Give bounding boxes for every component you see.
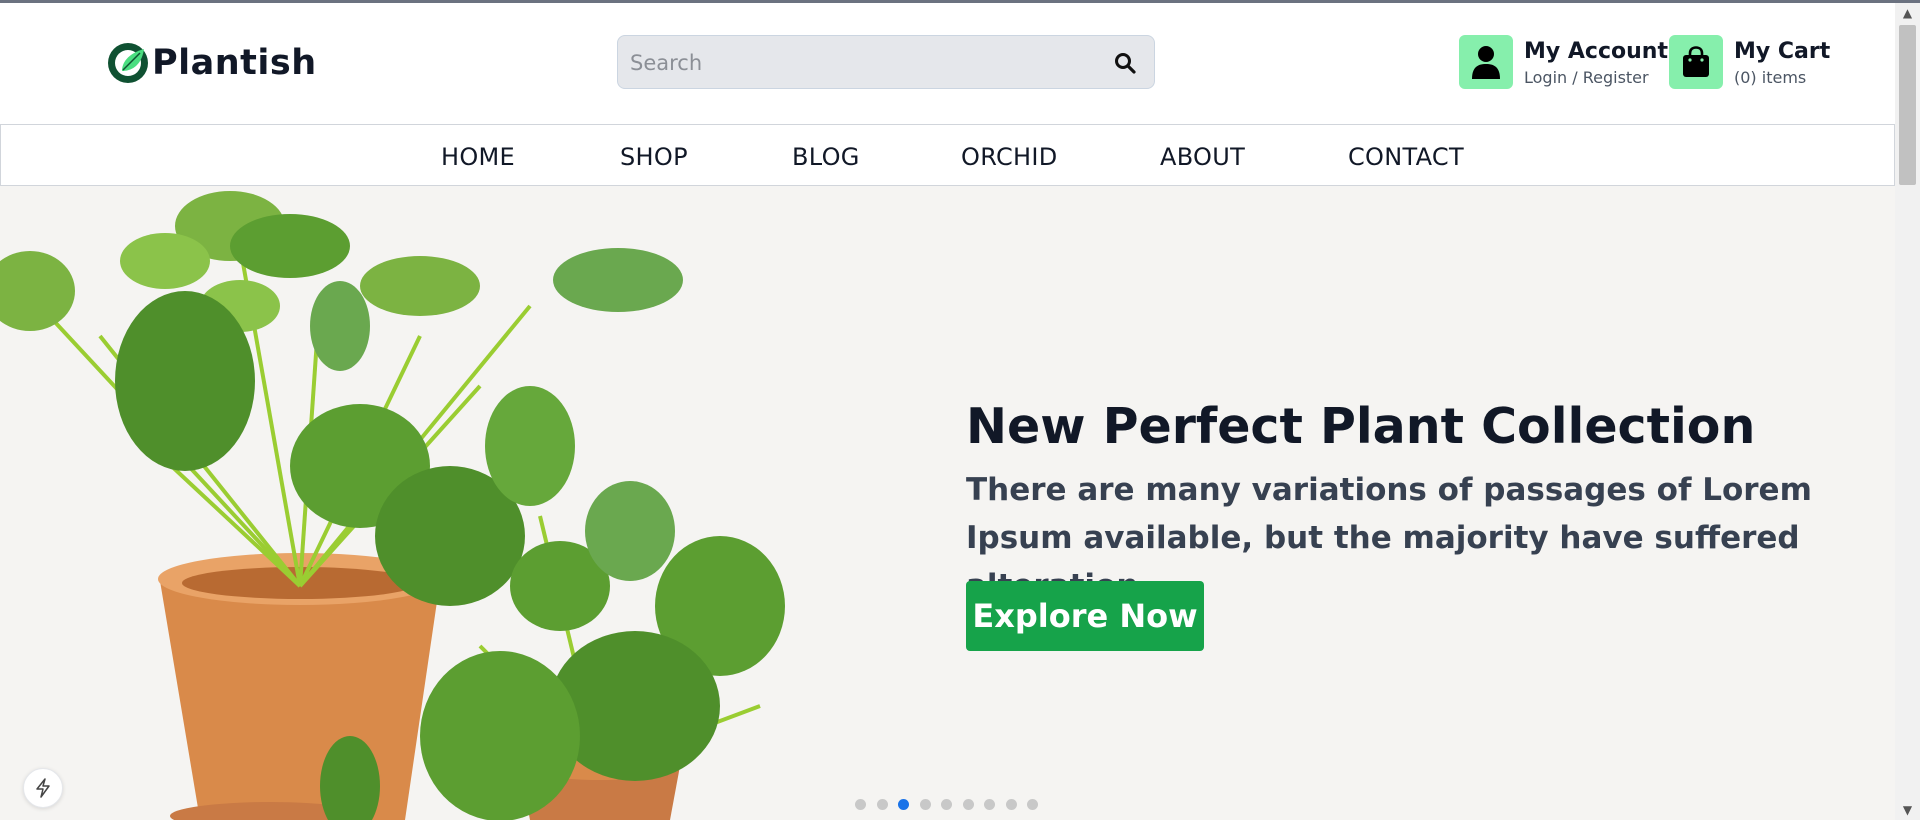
account-title: My Account (1524, 39, 1668, 64)
slider-dot-7[interactable] (984, 799, 995, 810)
cart-title: My Cart (1734, 39, 1831, 64)
slider-dot-5[interactable] (941, 799, 952, 810)
hero-slider: New Perfect Plant Collection There are m… (0, 186, 1895, 820)
slider-dot-1[interactable] (855, 799, 866, 810)
nav-item-shop[interactable]: SHOP (620, 143, 688, 171)
nav-item-orchid[interactable]: ORCHID (961, 143, 1058, 171)
account-text: My Account Login / Register (1524, 35, 1668, 89)
nav-item-contact[interactable]: CONTACT (1348, 143, 1464, 171)
slider-dot-2[interactable] (876, 799, 888, 810)
search-bar (617, 35, 1155, 90)
my-cart-link[interactable]: My Cart (0) items (1669, 35, 1830, 89)
slider-dot-6[interactable] (962, 799, 974, 810)
vertical-scrollbar[interactable]: ▲ ▼ (1895, 3, 1920, 820)
account-icon-box (1459, 35, 1513, 89)
hero-title: New Perfect Plant Collection (966, 398, 1756, 455)
explore-now-button[interactable]: Explore Now (966, 581, 1204, 651)
scrollbar-thumb[interactable] (1899, 25, 1916, 185)
slider-dot-8[interactable] (1005, 799, 1017, 810)
search-input[interactable] (618, 36, 1092, 90)
cart-item-count: (0) items (1734, 68, 1807, 87)
account-subtitle[interactable]: Login / Register (1524, 67, 1668, 89)
slider-dot-9[interactable] (1027, 799, 1038, 810)
logo[interactable]: Plantish (106, 41, 317, 85)
shopping-bag-icon (1683, 46, 1709, 77)
quick-action-button[interactable] (23, 768, 63, 808)
scroll-down-arrow-icon[interactable]: ▼ (1895, 800, 1920, 820)
main-nav: HOME SHOP BLOG ORCHID ABOUT CONTACT (0, 124, 1895, 186)
search-button[interactable] (1110, 48, 1140, 78)
my-account-link[interactable]: My Account Login / Register (1459, 35, 1668, 89)
scroll-up-arrow-icon[interactable]: ▲ (1895, 3, 1920, 23)
leaf-logo-icon (108, 43, 148, 83)
slider-dot-4[interactable] (919, 799, 931, 810)
page: Plantish My Account Login / Register (0, 0, 1895, 820)
search-icon (1115, 53, 1136, 74)
site-header: Plantish My Account Login / Register (0, 3, 1895, 124)
cart-icon-box (1669, 35, 1723, 89)
potted-plant-image (0, 191, 785, 820)
slider-dots (855, 799, 1049, 810)
nav-item-blog[interactable]: BLOG (792, 143, 860, 171)
slider-dot-3[interactable] (898, 799, 909, 810)
cart-text: My Cart (0) items (1734, 35, 1830, 89)
user-icon (1472, 46, 1500, 79)
lightning-bolt-icon (36, 778, 50, 798)
brand-name: Plantish (152, 43, 317, 83)
nav-item-about[interactable]: ABOUT (1160, 143, 1245, 171)
nav-item-home[interactable]: HOME (441, 143, 515, 171)
